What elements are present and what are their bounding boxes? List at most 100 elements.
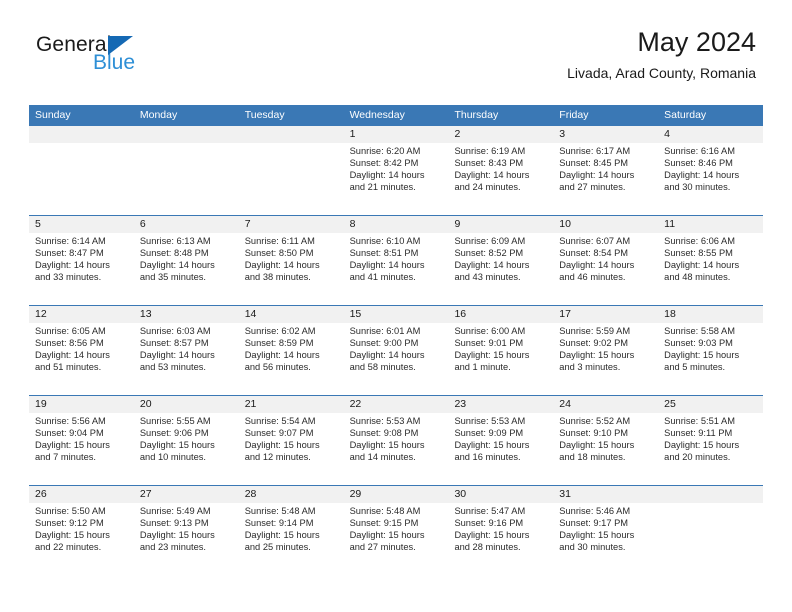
day-number[interactable]: 19 xyxy=(29,396,134,413)
day-number[interactable]: 6 xyxy=(134,216,239,233)
day-cell[interactable]: Sunrise: 6:01 AM Sunset: 9:00 PM Dayligh… xyxy=(344,323,449,395)
day-number[interactable]: 12 xyxy=(29,306,134,323)
daylight-text-line2: and 56 minutes. xyxy=(244,361,311,372)
day-number[interactable] xyxy=(658,486,763,503)
sunset-text: Sunset: 9:04 PM xyxy=(35,427,104,438)
day-number[interactable]: 22 xyxy=(344,396,449,413)
day-number[interactable]: 13 xyxy=(134,306,239,323)
day-number[interactable]: 14 xyxy=(239,306,344,323)
day-number[interactable]: 10 xyxy=(553,216,658,233)
day-cell[interactable]: Sunrise: 5:52 AM Sunset: 9:10 PM Dayligh… xyxy=(553,413,658,485)
daylight-text-line2: and 10 minutes. xyxy=(139,451,207,462)
day-cell[interactable]: Sunrise: 5:51 AM Sunset: 9:11 PM Dayligh… xyxy=(658,413,763,485)
daylight-text-line2: and 5 minutes. xyxy=(664,361,726,372)
sunrise-text: Sunrise: 6:01 AM xyxy=(349,326,421,336)
day-cell[interactable]: Sunrise: 6:02 AM Sunset: 8:59 PM Dayligh… xyxy=(239,323,344,395)
day-cell[interactable]: Sunrise: 5:53 AM Sunset: 9:09 PM Dayligh… xyxy=(448,413,553,485)
day-cell[interactable]: Sunrise: 6:09 AM Sunset: 8:52 PM Dayligh… xyxy=(448,233,553,305)
sunrise-text: Sunrise: 5:50 AM xyxy=(35,506,106,516)
day-number[interactable]: 15 xyxy=(344,306,449,323)
day-cell[interactable]: Sunrise: 5:48 AM Sunset: 9:14 PM Dayligh… xyxy=(239,503,344,575)
day-cell[interactable]: Sunrise: 6:03 AM Sunset: 8:57 PM Dayligh… xyxy=(134,323,239,395)
day-cell[interactable]: Sunrise: 5:48 AM Sunset: 9:15 PM Dayligh… xyxy=(344,503,449,575)
day-cell[interactable]: Sunrise: 5:50 AM Sunset: 9:12 PM Dayligh… xyxy=(29,503,134,575)
day-cell[interactable]: Sunrise: 5:56 AM Sunset: 9:04 PM Dayligh… xyxy=(29,413,134,485)
day-number[interactable] xyxy=(134,126,239,143)
day-number[interactable]: 7 xyxy=(239,216,344,233)
day-cell[interactable] xyxy=(29,143,134,215)
day-cell[interactable]: Sunrise: 5:49 AM Sunset: 9:13 PM Dayligh… xyxy=(134,503,239,575)
day-number[interactable] xyxy=(239,126,344,143)
day-number[interactable]: 29 xyxy=(344,486,449,503)
day-number[interactable]: 4 xyxy=(658,126,763,143)
day-number[interactable]: 26 xyxy=(29,486,134,503)
day-cell[interactable]: Sunrise: 5:46 AM Sunset: 9:17 PM Dayligh… xyxy=(553,503,658,575)
sunrise-text: Sunrise: 6:17 AM xyxy=(559,146,631,156)
day-number[interactable]: 1 xyxy=(344,126,449,143)
day-number[interactable]: 5 xyxy=(29,216,134,233)
day-cell[interactable]: Sunrise: 5:53 AM Sunset: 9:08 PM Dayligh… xyxy=(344,413,449,485)
day-cell[interactable]: Sunrise: 6:11 AM Sunset: 8:50 PM Dayligh… xyxy=(239,233,344,305)
day-number[interactable]: 3 xyxy=(553,126,658,143)
day-cell[interactable]: Sunrise: 6:10 AM Sunset: 8:51 PM Dayligh… xyxy=(344,233,449,305)
sunrise-text: Sunrise: 6:05 AM xyxy=(35,326,106,336)
day-cell[interactable]: Sunrise: 6:07 AM Sunset: 8:54 PM Dayligh… xyxy=(553,233,658,305)
day-cell[interactable]: Sunrise: 6:05 AM Sunset: 8:56 PM Dayligh… xyxy=(29,323,134,395)
day-number[interactable]: 23 xyxy=(448,396,553,413)
daylight-text-line1: Daylight: 15 hours xyxy=(35,529,110,540)
daylight-text-line1: Daylight: 15 hours xyxy=(559,439,635,450)
day-cell[interactable]: Sunrise: 5:54 AM Sunset: 9:07 PM Dayligh… xyxy=(239,413,344,485)
day-cell[interactable] xyxy=(239,143,344,215)
sunset-text: Sunset: 9:13 PM xyxy=(139,517,209,528)
day-number[interactable]: 2 xyxy=(448,126,553,143)
calendar-page: General Blue May 2024 Livada, Arad Count… xyxy=(0,0,792,612)
weekday-header-wednesday: Wednesday xyxy=(349,109,405,121)
sunrise-text: Sunrise: 5:47 AM xyxy=(454,506,526,516)
day-cell[interactable]: Sunrise: 6:13 AM Sunset: 8:48 PM Dayligh… xyxy=(134,233,239,305)
daylight-text-line1: Daylight: 14 hours xyxy=(139,259,215,270)
week-info-band: Sunrise: 5:50 AM Sunset: 9:12 PM Dayligh… xyxy=(29,503,763,575)
day-cell[interactable]: Sunrise: 6:20 AM Sunset: 8:42 PM Dayligh… xyxy=(344,143,449,215)
day-number[interactable]: 28 xyxy=(239,486,344,503)
day-number[interactable]: 25 xyxy=(658,396,763,413)
day-number[interactable]: 8 xyxy=(344,216,449,233)
day-number[interactable]: 9 xyxy=(448,216,553,233)
day-number[interactable]: 24 xyxy=(553,396,658,413)
day-cell[interactable]: Sunrise: 6:06 AM Sunset: 8:55 PM Dayligh… xyxy=(658,233,763,305)
calendar-week-row: 1 2 3 4 Sunrise: 6:20 AM Sunset: 8:42 PM… xyxy=(29,125,763,215)
day-number[interactable]: 11 xyxy=(658,216,763,233)
day-cell[interactable]: Sunrise: 6:14 AM Sunset: 8:47 PM Dayligh… xyxy=(29,233,134,305)
general-blue-logo[interactable]: General Blue xyxy=(36,34,135,73)
day-cell[interactable] xyxy=(658,503,763,575)
day-cell[interactable]: Sunrise: 5:59 AM Sunset: 9:02 PM Dayligh… xyxy=(553,323,658,395)
day-cell[interactable]: Sunrise: 5:58 AM Sunset: 9:03 PM Dayligh… xyxy=(658,323,763,395)
blue-triangle-icon xyxy=(108,36,134,55)
day-number[interactable]: 21 xyxy=(239,396,344,413)
day-cell[interactable]: Sunrise: 6:17 AM Sunset: 8:45 PM Dayligh… xyxy=(553,143,658,215)
sunset-text: Sunset: 8:45 PM xyxy=(559,157,629,168)
day-cell[interactable]: Sunrise: 5:55 AM Sunset: 9:06 PM Dayligh… xyxy=(134,413,239,485)
day-number[interactable]: 17 xyxy=(553,306,658,323)
day-number[interactable]: 20 xyxy=(134,396,239,413)
day-number[interactable]: 16 xyxy=(448,306,553,323)
daylight-text-line2: and 30 minutes. xyxy=(664,181,731,192)
day-cell[interactable]: Sunrise: 6:00 AM Sunset: 9:01 PM Dayligh… xyxy=(448,323,553,395)
sunset-text: Sunset: 9:07 PM xyxy=(244,427,314,438)
daylight-text-line2: and 25 minutes. xyxy=(244,541,311,552)
day-number[interactable]: 31 xyxy=(553,486,658,503)
day-number[interactable]: 30 xyxy=(448,486,553,503)
sunset-text: Sunset: 9:17 PM xyxy=(559,517,629,528)
calendar-grid: Sunday Monday Tuesday Wednesday Thursday… xyxy=(29,105,763,575)
daylight-text-line2: and 14 minutes. xyxy=(349,451,416,462)
day-number[interactable]: 18 xyxy=(658,306,763,323)
weekday-header-sunday: Sunday xyxy=(35,109,71,121)
day-cell[interactable]: Sunrise: 6:16 AM Sunset: 8:46 PM Dayligh… xyxy=(658,143,763,215)
day-cell[interactable]: Sunrise: 6:19 AM Sunset: 8:43 PM Dayligh… xyxy=(448,143,553,215)
daylight-text-line2: and 58 minutes. xyxy=(349,361,416,372)
sunset-text: Sunset: 9:00 PM xyxy=(349,337,419,348)
day-cell[interactable] xyxy=(134,143,239,215)
day-number[interactable] xyxy=(29,126,134,143)
day-cell[interactable]: Sunrise: 5:47 AM Sunset: 9:16 PM Dayligh… xyxy=(448,503,553,575)
day-number[interactable]: 27 xyxy=(134,486,239,503)
daylight-text-line2: and 33 minutes. xyxy=(35,271,102,282)
